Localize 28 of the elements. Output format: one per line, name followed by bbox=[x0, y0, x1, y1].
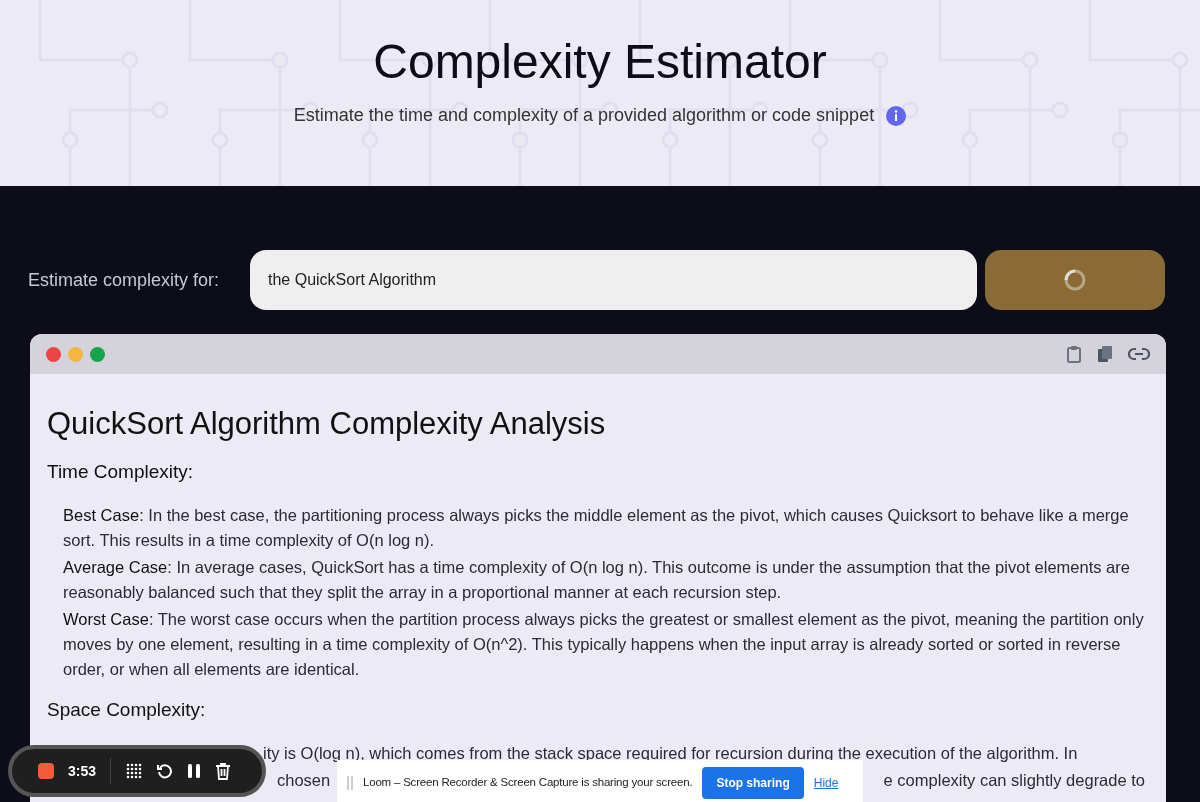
page-title: Complexity Estimator bbox=[373, 34, 827, 90]
dots-grid-icon[interactable] bbox=[125, 762, 144, 780]
stop-sharing-button[interactable]: Stop sharing bbox=[702, 767, 804, 799]
share-message: Loom – Screen Recorder & Screen Capture is sharing your screen. bbox=[363, 775, 693, 791]
trash-icon[interactable] bbox=[215, 762, 232, 780]
case-description: Average Case: In average cases, QuickSort has a time complexity of O(n log n). This outcome is under the assumption that the pivot elements are reasonably balanced such that they split the array in a proportional manner at each recursion step. bbox=[62, 556, 1131, 603]
pause-icon[interactable] bbox=[187, 763, 202, 779]
spinner-icon bbox=[1063, 268, 1087, 292]
query-label: Estimate complexity for: bbox=[28, 268, 221, 292]
hide-link[interactable]: Hide bbox=[813, 774, 839, 792]
drag-handle-icon[interactable] bbox=[347, 776, 353, 790]
result-title: QuickSort Algorithm Complexity Analysis bbox=[47, 405, 607, 443]
case-description: Worst Case: The worst case occurs when the partition process always picks the greatest or smallest element as the pivot, meaning the partition only moves by one element, resulting in a time complexity of O(n^2). This typically happens when the input array is already sorted or sorted in reverse order, or when all elements are identical. bbox=[62, 608, 1145, 680]
restart-icon[interactable] bbox=[157, 763, 174, 779]
clipboard-icon[interactable] bbox=[1066, 345, 1082, 363]
recording-timer: 3:53 bbox=[68, 761, 97, 781]
case-description: Best Case: In the best case, the partitioning process always picks the middle element as the pivot, which causes Quicksort to behave like a merge sort. This results in a time complexity of O(n log n). bbox=[62, 504, 1130, 551]
estimate-button[interactable] bbox=[985, 250, 1165, 310]
paragraph-text: e complexity can slightly degrade to bbox=[883, 770, 1145, 791]
stop-recording-button[interactable] bbox=[38, 763, 54, 779]
query-field[interactable]: the QuickSort Algorithm bbox=[250, 250, 977, 310]
info-icon[interactable] bbox=[886, 105, 907, 126]
link-icon[interactable] bbox=[1128, 347, 1150, 361]
section-heading: Time Complexity: bbox=[47, 460, 195, 484]
section-heading: Space Complexity: bbox=[47, 697, 207, 722]
page-subtitle: Estimate the time and complexity of a provided algorithm or code snippet bbox=[293, 104, 875, 127]
copy-icon[interactable] bbox=[1097, 345, 1113, 363]
paragraph-text: chosen bbox=[277, 770, 331, 791]
